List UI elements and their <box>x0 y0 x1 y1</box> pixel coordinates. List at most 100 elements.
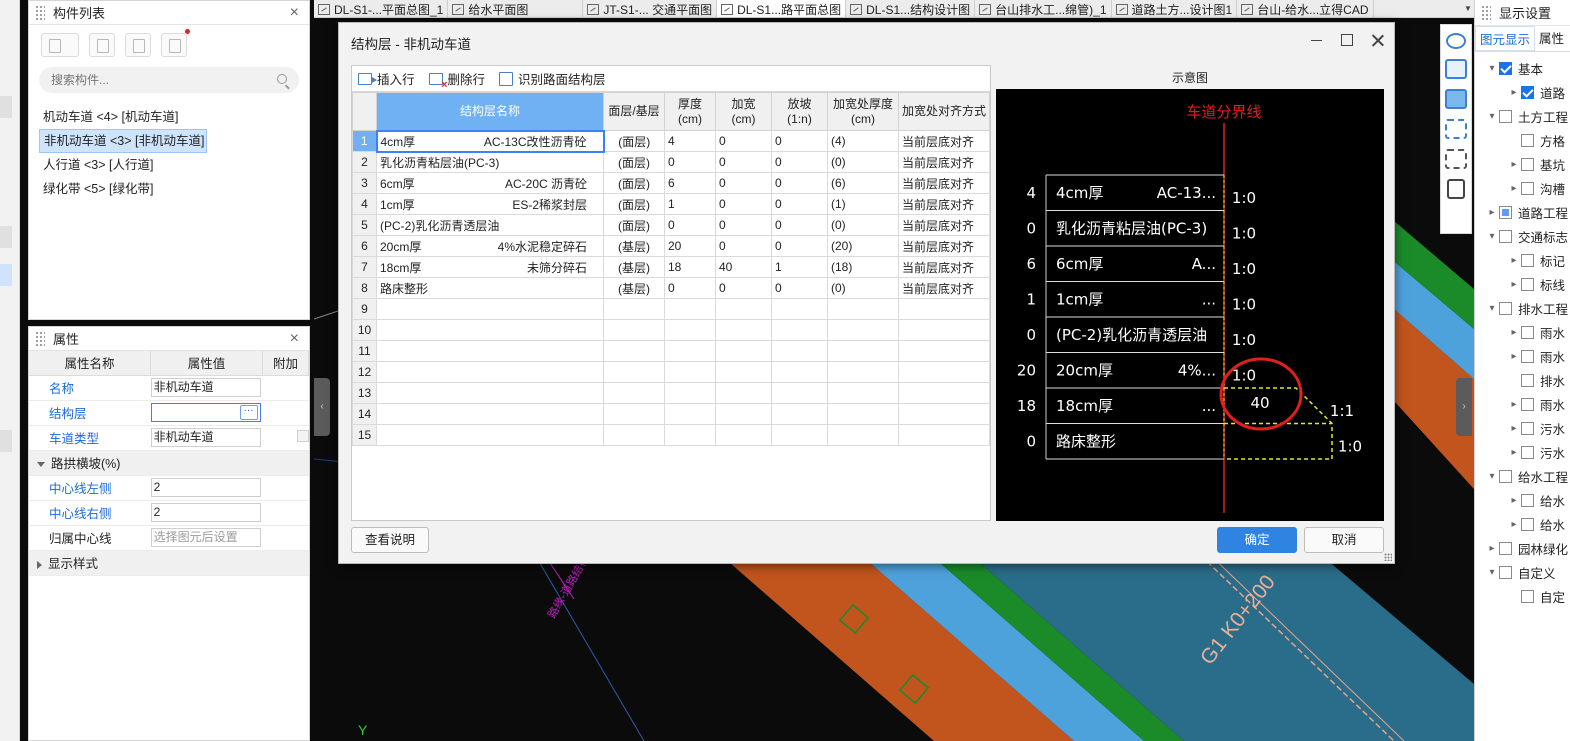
structure-layer-field[interactable]: ··· <box>150 403 261 422</box>
empty-cell[interactable] <box>715 424 772 446</box>
tree-item[interactable]: ▾ 自定义 <box>1475 560 1570 584</box>
layer-name-cell[interactable]: 乳化沥青粘层油(PC-3) <box>376 151 604 173</box>
thickness-cell[interactable]: 20 <box>664 235 716 257</box>
widen-cell[interactable]: 0 <box>715 277 772 299</box>
empty-cell[interactable] <box>376 403 604 425</box>
thickness-cell[interactable]: 4 <box>664 130 716 152</box>
widen-thickness-cell[interactable]: (1) <box>827 193 899 215</box>
empty-row[interactable]: 12 <box>352 361 990 383</box>
doc-tab[interactable]: 给水平面图 <box>448 0 584 17</box>
align-cell[interactable]: 当前层底对齐 <box>898 130 990 152</box>
layer-row[interactable]: 6 20cm厚 4%水泥稳定碎石 (基层) 20 0 0 (20) 当前层底对齐 <box>352 235 990 257</box>
row-number[interactable]: 12 <box>352 361 377 383</box>
layer-row[interactable]: 2 乳化沥青粘层油(PC-3) (面层) 0 0 0 (0) 当前层底对齐 <box>352 151 990 173</box>
empty-cell[interactable] <box>664 340 716 362</box>
row-number[interactable]: 1 <box>352 130 377 152</box>
tree-item[interactable]: ▸ 雨水 <box>1475 320 1570 344</box>
empty-cell[interactable] <box>827 382 899 404</box>
widen-thickness-cell[interactable]: (0) <box>827 151 899 173</box>
col-header-align[interactable]: 加宽处对齐方式 <box>898 92 990 131</box>
shaded-cube-icon[interactable] <box>1445 89 1467 109</box>
empty-cell[interactable] <box>376 382 604 404</box>
layer-row[interactable]: 7 18cm厚 未筛分碎石 (基层) 18 40 1 (18) 当前层底对齐 <box>352 256 990 278</box>
chevron-right-icon[interactable]: ▸ <box>1507 423 1521 434</box>
col-header-thickness[interactable]: 厚度 (cm) <box>664 92 716 131</box>
close-icon[interactable]: × <box>290 330 299 347</box>
empty-cell[interactable] <box>376 361 604 383</box>
empty-cell[interactable] <box>715 403 772 425</box>
tree-item[interactable]: ▸ 污水 <box>1475 416 1570 440</box>
col-header-widen-thickness[interactable]: 加宽处厚度 (cm) <box>827 92 899 131</box>
empty-cell[interactable] <box>827 361 899 383</box>
tree-item[interactable]: ▸ 基坑 <box>1475 152 1570 176</box>
layer-name-cell[interactable]: 1cm厚 ES-2稀浆封层 <box>376 193 604 215</box>
cancel-button[interactable]: 取消 <box>1304 527 1384 553</box>
slope-cell[interactable]: 0 <box>771 235 828 257</box>
empty-cell[interactable] <box>603 403 665 425</box>
thickness-cell[interactable]: 6 <box>664 172 716 194</box>
layer-row[interactable]: 1 4cm厚 AC-13C改性沥青砼 (面层) 4 0 0 (4) 当前层底对齐 <box>352 129 990 153</box>
slope-cell[interactable]: 0 <box>771 214 828 236</box>
col-header-slope[interactable]: 放坡 (1:n) <box>771 92 828 131</box>
tree-item[interactable]: ▸ 园林绿化 <box>1475 536 1570 560</box>
empty-cell[interactable] <box>827 319 899 341</box>
empty-cell[interactable] <box>715 340 772 362</box>
widen-cell[interactable]: 0 <box>715 235 772 257</box>
tree-checkbox[interactable] <box>1521 85 1534 99</box>
tree-checkbox[interactable] <box>1521 445 1534 459</box>
thickness-cell[interactable]: 0 <box>664 214 716 236</box>
tree-item[interactable]: ▾ 土方工程 <box>1475 104 1570 128</box>
chevron-right-icon[interactable]: ▸ <box>1485 207 1499 218</box>
layer-row[interactable]: 5 (PC-2)乳化沥青透层油 (面层) 0 0 0 (0) 当前层底对齐 <box>352 214 990 236</box>
empty-cell[interactable] <box>771 424 828 446</box>
drag-grip-icon[interactable] <box>35 330 45 347</box>
tree-item[interactable]: ▸ 道路 <box>1475 80 1570 104</box>
widen-cell[interactable]: 0 <box>715 130 772 152</box>
chevron-down-icon[interactable]: ▾ <box>1485 471 1499 482</box>
row-number[interactable]: 15 <box>352 424 377 446</box>
empty-cell[interactable] <box>603 298 665 320</box>
layer-name-cell[interactable]: 4cm厚 AC-13C改性沥青砼 <box>375 129 605 153</box>
chevron-down-icon[interactable]: ▾ <box>1485 111 1499 122</box>
layer-type-cell[interactable]: (面层) <box>603 172 665 194</box>
tab-element-display[interactable]: 图元显示 <box>1475 26 1536 51</box>
component-search[interactable] <box>39 67 299 93</box>
empty-cell[interactable] <box>827 340 899 362</box>
tree-item[interactable]: ▸ 道路工程 <box>1475 200 1570 224</box>
row-number[interactable]: 6 <box>352 235 377 257</box>
left-strip-tab[interactable] <box>0 96 12 118</box>
tree-checkbox[interactable] <box>1521 373 1534 387</box>
tree-checkbox[interactable] <box>1499 469 1512 483</box>
chevron-right-icon[interactable]: ▸ <box>1507 495 1521 506</box>
empty-cell[interactable] <box>715 361 772 383</box>
close-icon[interactable]: × <box>290 4 299 21</box>
collapse-right-handle[interactable]: › <box>1456 378 1472 436</box>
layer-type-cell[interactable]: (面层) <box>603 214 665 236</box>
row-number[interactable]: 11 <box>352 340 377 362</box>
tree-checkbox[interactable] <box>1521 397 1534 411</box>
tree-checkbox[interactable] <box>1521 277 1534 291</box>
widen-cell[interactable]: 0 <box>715 214 772 236</box>
empty-row[interactable]: 11 <box>352 340 990 362</box>
row-number[interactable]: 3 <box>352 172 377 194</box>
widen-thickness-cell[interactable]: (6) <box>827 172 899 194</box>
layer-row[interactable]: 3 6cm厚 AC-20C 沥青砼 (面层) 6 0 0 (6) 当前层底对齐 <box>352 172 990 194</box>
empty-row[interactable]: 9 <box>352 298 990 320</box>
component-item[interactable]: 绿化带 <5> [绿化带] <box>39 177 299 201</box>
empty-cell[interactable] <box>664 319 716 341</box>
col-header-layer-type[interactable]: 面层/基层 <box>603 92 665 131</box>
component-item[interactable]: 机动车道 <4> [机动车道] <box>39 105 299 129</box>
tree-checkbox[interactable] <box>1499 229 1512 243</box>
layer-type-cell[interactable]: (面层) <box>603 193 665 215</box>
maximize-icon[interactable] <box>1340 33 1354 47</box>
component-item[interactable]: 人行道 <3> [人行道] <box>39 153 299 177</box>
delete-component-button[interactable] <box>125 33 151 57</box>
doc-tab[interactable]: 台山-给水...立得CAD <box>1237 0 1374 17</box>
chevron-right-icon[interactable]: ▸ <box>1507 87 1521 98</box>
widen-thickness-cell[interactable]: (4) <box>827 130 899 152</box>
tree-item[interactable]: ▾ 交通标志 <box>1475 224 1570 248</box>
drag-grip-icon[interactable] <box>1481 4 1491 21</box>
chevron-right-icon[interactable]: ▸ <box>1507 399 1521 410</box>
chevron-down-icon[interactable]: ▾ <box>1485 303 1499 314</box>
chevron-down-icon[interactable] <box>37 462 45 468</box>
